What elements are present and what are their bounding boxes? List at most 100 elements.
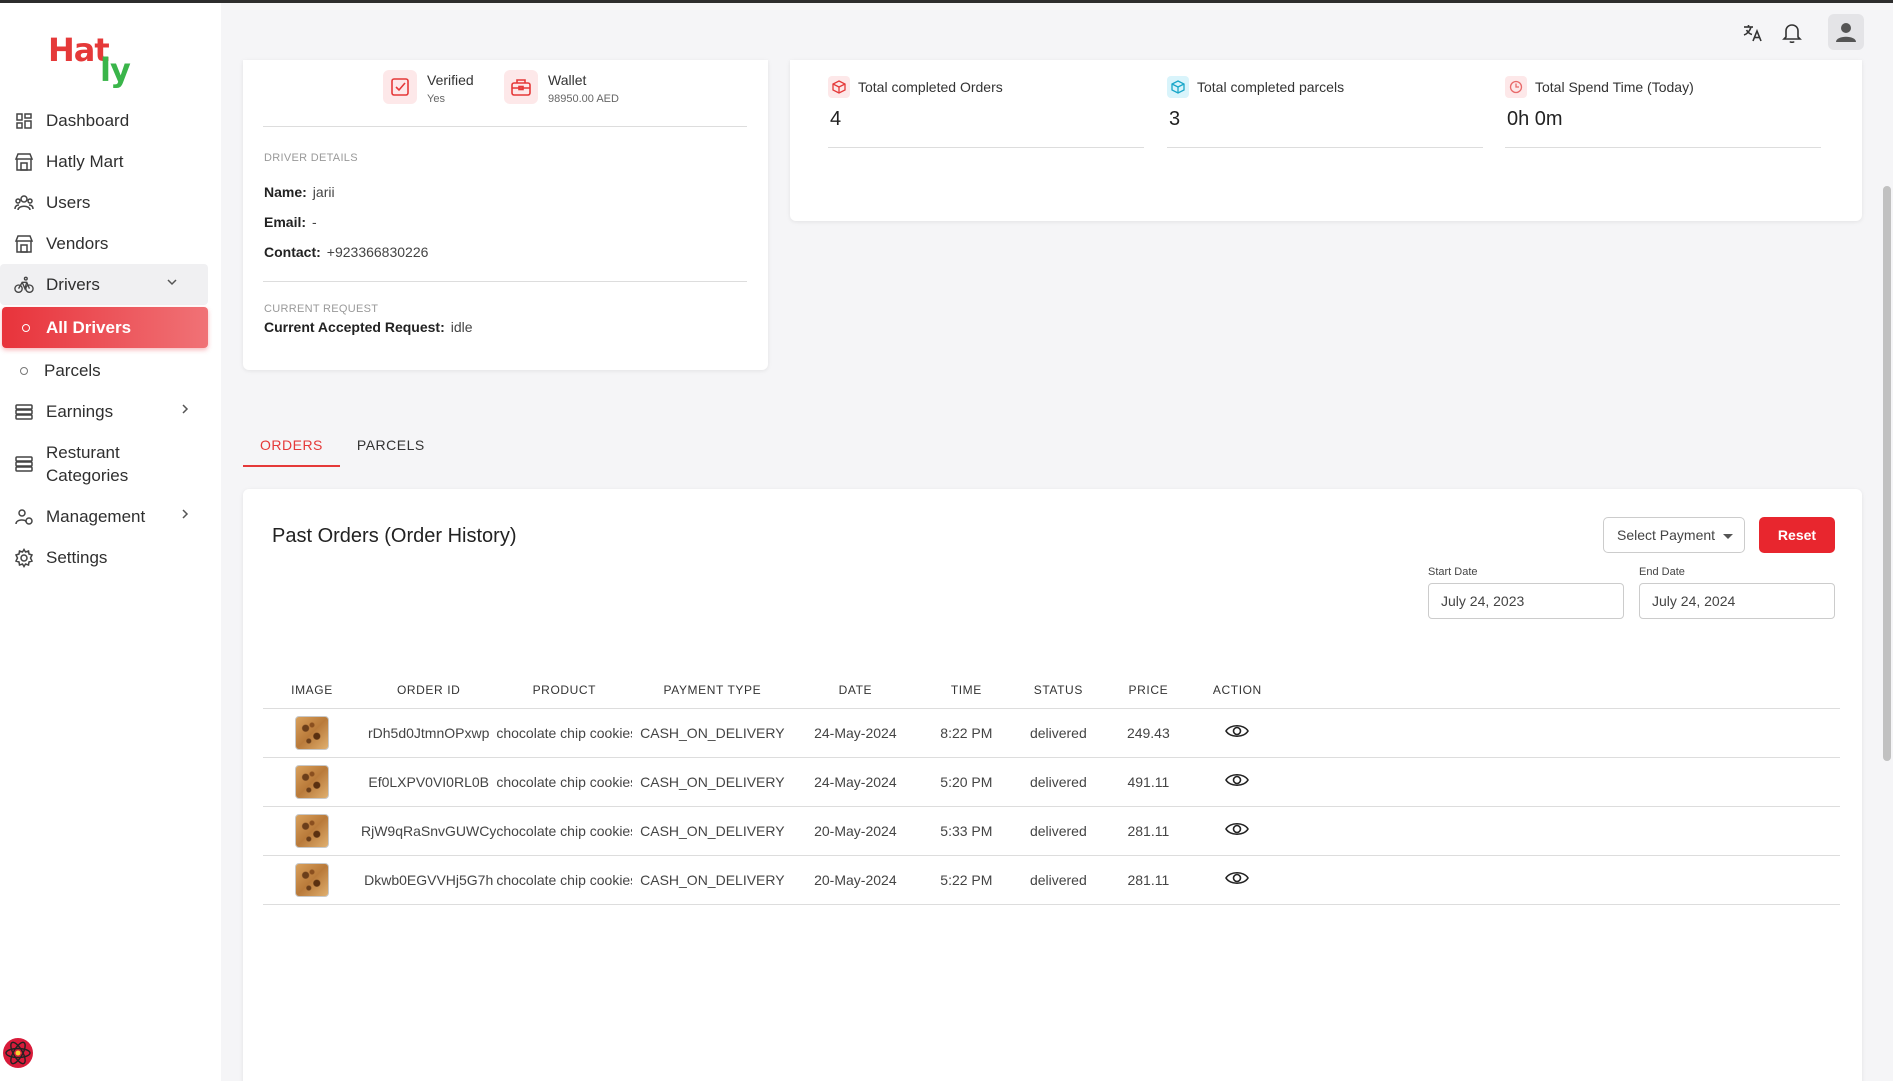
chevron-right-icon: [179, 403, 191, 418]
store-icon: [14, 152, 34, 172]
sidebar-item-label: Dashboard: [46, 110, 130, 130]
divider: [263, 281, 747, 282]
price-cell: 281.11: [1102, 806, 1195, 856]
payment-cell: CASH_ON_DELIVERY: [632, 855, 793, 905]
translate-icon[interactable]: [1740, 20, 1766, 46]
sidebar-item-vendors[interactable]: Vendors: [0, 223, 221, 264]
column-header[interactable]: PAYMENT TYPE: [632, 672, 793, 709]
sidebar-item-label: Drivers: [46, 274, 100, 294]
sidebar-item-resturant-categories[interactable]: Resturant Categories: [0, 432, 221, 496]
sidebar-item-users[interactable]: Users: [0, 182, 221, 223]
coins-icon: [14, 454, 34, 474]
date-cell: 24-May-2024: [792, 708, 919, 758]
order-id-cell: RjW9qRaSnvGUWCy: [361, 806, 497, 856]
status-cell: delivered: [1014, 806, 1103, 856]
contact-value: +923366830226: [326, 244, 429, 260]
divider: [263, 126, 747, 127]
contact-label: Contact:: [264, 244, 321, 260]
time-cell: 5:20 PM: [918, 757, 1015, 807]
reset-button[interactable]: Reset: [1759, 517, 1835, 553]
page-scrollbar[interactable]: [1883, 186, 1891, 761]
stat-value: 0h 0m: [1507, 108, 1563, 130]
driver-info-card: Verified Yes Wallet 98950.00 AED DRIVER …: [243, 60, 768, 370]
orders-title: Past Orders (Order History): [272, 525, 517, 547]
column-header[interactable]: STATUS: [1014, 672, 1103, 709]
tab-parcels[interactable]: PARCELS: [340, 425, 442, 467]
brand-logo-part2: ly: [100, 51, 131, 89]
price-cell: 281.11: [1102, 855, 1195, 905]
product-thumbnail: [295, 764, 329, 799]
product-thumbnail: [295, 813, 329, 848]
react-logo-icon[interactable]: [2, 1037, 34, 1069]
end-date-input[interactable]: [1639, 583, 1835, 619]
table-row[interactable]: Dkwb0EGVVHj5G7h chocolate chip cookies C…: [263, 855, 1840, 905]
product-thumbnail: [295, 715, 329, 750]
column-header[interactable]: ORDER ID: [361, 672, 497, 709]
table-row[interactable]: rDh5d0JtmnOPxwp chocolate chip cookies C…: [263, 708, 1840, 758]
briefcase-icon: [504, 70, 538, 104]
date-cell: 24-May-2024: [792, 757, 919, 807]
column-header[interactable]: PRODUCT: [496, 672, 633, 709]
stat-value: 4: [830, 108, 842, 130]
bell-icon[interactable]: [1779, 20, 1805, 46]
end-date-label: End Date: [1639, 566, 1685, 578]
stat-title: Total completed parcels: [1197, 79, 1345, 95]
product-cell: chocolate chip cookies: [496, 757, 633, 807]
verified-label: Verified: [427, 72, 474, 88]
name-label: Name:: [264, 184, 307, 200]
sidebar-item-label: Parcels: [44, 360, 101, 380]
sidebar-item-drivers[interactable]: Drivers: [0, 264, 208, 305]
column-header[interactable]: DATE: [792, 672, 919, 709]
bicycle-icon: [14, 275, 34, 295]
sidebar-item-settings[interactable]: Settings: [0, 537, 221, 578]
start-date-label: Start Date: [1428, 566, 1478, 578]
stat-completed-orders: Total completed Orders 4: [828, 76, 1144, 148]
coins-icon: [14, 402, 34, 422]
column-header[interactable]: IMAGE: [263, 672, 361, 709]
sidebar-item-hatly-mart[interactable]: Hatly Mart: [0, 141, 221, 182]
eye-icon[interactable]: [1225, 723, 1250, 739]
table-row[interactable]: Ef0LXPV0VI0RL0B chocolate chip cookies C…: [263, 757, 1840, 807]
sidebar-item-earnings[interactable]: Earnings: [0, 391, 221, 432]
status-cell: delivered: [1014, 757, 1103, 807]
eye-icon[interactable]: [1225, 772, 1250, 788]
column-header[interactable]: PRICE: [1102, 672, 1195, 709]
bullet-icon: [22, 323, 30, 332]
date-cell: 20-May-2024: [792, 855, 919, 905]
column-header[interactable]: TIME: [918, 672, 1015, 709]
sidebar-item-dashboard[interactable]: Dashboard: [0, 100, 221, 141]
driver-contact-row: Contact: +923366830226: [264, 244, 428, 260]
product-cell: chocolate chip cookies: [496, 708, 633, 758]
select-payment-dropdown[interactable]: Select Payment: [1603, 517, 1745, 553]
gear-icon: [14, 547, 34, 568]
users-icon: [14, 193, 34, 213]
start-date-input[interactable]: [1428, 583, 1624, 619]
tab-orders[interactable]: ORDERS: [243, 425, 340, 467]
management-icon: [14, 507, 34, 527]
brand-logo[interactable]: Hat ly: [48, 27, 188, 89]
driver-name-row: Name: jarii: [264, 184, 335, 200]
payment-cell: CASH_ON_DELIVERY: [632, 806, 793, 856]
eye-icon[interactable]: [1225, 870, 1250, 886]
sidebar-item-all-drivers[interactable]: All Drivers: [2, 307, 208, 348]
column-header-spacer: [1280, 672, 1840, 709]
current-request-row: Current Accepted Request: idle: [264, 319, 473, 335]
price-cell: 491.11: [1102, 757, 1195, 807]
avatar[interactable]: [1828, 14, 1864, 50]
verified-checkbox-icon: [383, 70, 417, 104]
driver-email-row: Email: -: [264, 214, 317, 230]
store-icon: [14, 234, 34, 254]
payment-cell: CASH_ON_DELIVERY: [632, 757, 793, 807]
sidebar-item-management[interactable]: Management: [0, 496, 221, 537]
box-icon: [828, 76, 850, 98]
sidebar-item-parcels[interactable]: Parcels: [0, 350, 221, 391]
table-row[interactable]: RjW9qRaSnvGUWCy chocolate chip cookies C…: [263, 806, 1840, 856]
stat-value: 3: [1169, 108, 1181, 130]
sidebar-item-label: Settings: [46, 547, 108, 567]
eye-icon[interactable]: [1225, 821, 1250, 837]
verified-stat: Verified Yes: [383, 70, 474, 105]
driver-details-caption: DRIVER DETAILS: [264, 152, 358, 164]
column-header[interactable]: ACTION: [1194, 672, 1281, 709]
sidebar-item-label: Hatly Mart: [46, 151, 124, 171]
sidebar-item-label: Resturant Categories: [46, 443, 129, 485]
